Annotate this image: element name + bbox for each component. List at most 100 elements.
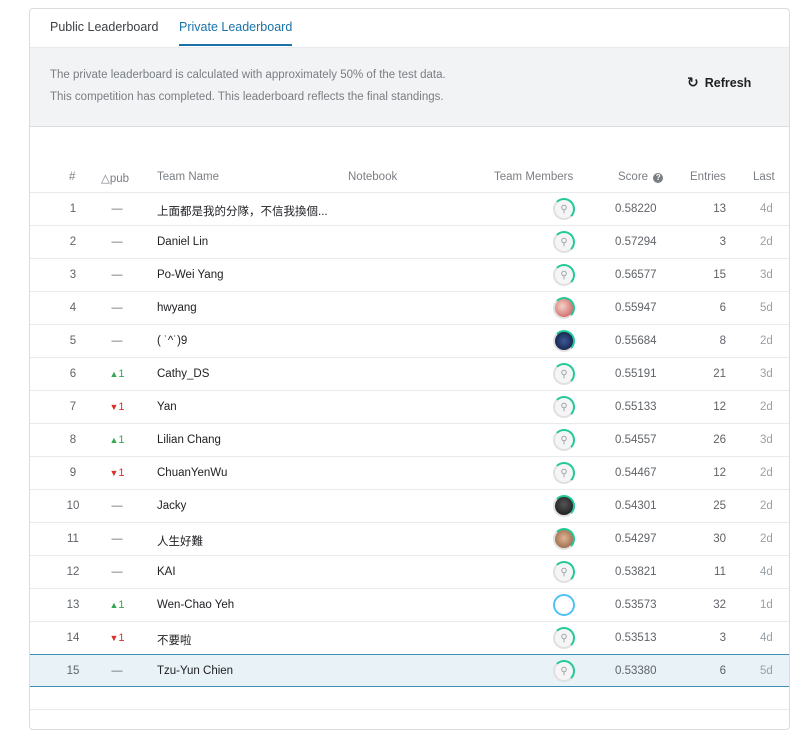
refresh-button[interactable]: ↻ Refresh <box>687 74 751 91</box>
team-name[interactable]: 上面都是我的分隊，不信我換個... <box>157 203 328 219</box>
team-name[interactable]: Jacky <box>157 500 186 512</box>
column-header-notebook: Notebook <box>348 171 398 183</box>
delta-cell: ▲1 <box>105 434 129 446</box>
last-submission-cell: 2d <box>760 335 773 347</box>
team-name[interactable]: 不要啦 <box>157 632 192 648</box>
table-row[interactable]: 12 — KAI ⚲ 0.53821 11 4d <box>30 555 789 588</box>
team-name[interactable]: Yan <box>157 401 177 413</box>
default-avatar-icon: ⚲ <box>560 467 568 479</box>
table-row-partial <box>30 709 789 724</box>
entries-cell: 3 <box>719 632 726 644</box>
team-name[interactable]: ChuanYenWu <box>157 467 227 479</box>
team-name[interactable]: Tzu-Yun Chien <box>157 665 233 677</box>
last-submission-cell: 1d <box>760 599 773 611</box>
default-avatar-icon: ⚲ <box>560 401 568 413</box>
table-row[interactable]: 9 ▼1 ChuanYenWu ⚲ 0.54467 12 2d <box>30 456 789 489</box>
column-header-members: Team Members <box>494 171 574 183</box>
table-row[interactable]: 2 — Daniel Lin ⚲ 0.57294 3 2d <box>30 225 789 258</box>
entries-cell: 11 <box>714 566 726 578</box>
team-name[interactable]: Daniel Lin <box>157 236 208 248</box>
table-row[interactable]: 5 — ( ˙^˙)9 0.55684 8 2d <box>30 324 789 357</box>
team-name[interactable]: ( ˙^˙)9 <box>157 335 187 347</box>
column-header-delta[interactable]: △pub <box>101 171 129 185</box>
last-submission-cell: 2d <box>760 533 773 545</box>
avatar[interactable]: ⚲ <box>553 363 575 385</box>
delta-value: 1 <box>118 632 125 644</box>
tab-private-leaderboard[interactable]: Private Leaderboard <box>179 20 293 46</box>
entries-cell: 13 <box>713 203 726 215</box>
table-row[interactable]: 14 ▼1 不要啦 ⚲ 0.53513 3 4d <box>30 621 789 654</box>
table-row[interactable]: 6 ▲1 Cathy_DS ⚲ 0.55191 21 3d <box>30 357 789 390</box>
delta-cell: — <box>111 566 123 578</box>
avatar[interactable]: ⚲ <box>553 627 575 649</box>
table-row[interactable]: 13 ▲1 Wen-Chao Yeh 0.53573 32 1d <box>30 588 789 621</box>
entries-cell: 6 <box>719 665 726 677</box>
default-avatar-icon: ⚲ <box>560 368 568 380</box>
last-submission-cell: 2d <box>760 467 773 479</box>
entries-cell: 15 <box>713 269 726 281</box>
avatar[interactable] <box>553 495 575 517</box>
team-name[interactable]: Cathy_DS <box>157 368 209 380</box>
score-cell: 0.54301 <box>615 500 657 512</box>
tab-public-leaderboard[interactable]: Public Leaderboard <box>50 20 158 44</box>
column-header-entries[interactable]: Entries <box>690 171 726 183</box>
avatar[interactable]: ⚲ <box>553 660 575 682</box>
avatar[interactable]: ⚲ <box>553 429 575 451</box>
avatar[interactable] <box>553 594 575 616</box>
delta-cell: ▼1 <box>105 467 129 479</box>
avatar[interactable] <box>553 330 575 352</box>
info-text-line2: This competition has completed. This lea… <box>50 91 444 103</box>
table-row[interactable]: 7 ▼1 Yan ⚲ 0.55133 12 2d <box>30 390 789 423</box>
entries-cell: 6 <box>719 302 726 314</box>
leaderboard-rows: 1— 上面都是我的分隊，不信我換個... ⚲ 0.58220 13 4d 2— Daniel … <box>30 192 789 687</box>
avatar[interactable] <box>553 528 575 550</box>
refresh-icon: ↻ <box>687 74 699 90</box>
rank-cell: 2 <box>69 236 77 248</box>
last-submission-cell: 2d <box>760 401 773 413</box>
column-header-last[interactable]: Last <box>753 171 775 183</box>
table-row[interactable]: 3 — Po-Wei Yang ⚲ 0.56577 15 3d <box>30 258 789 291</box>
delta-cell: — <box>111 335 123 347</box>
table-row[interactable]: 1 — 上面都是我的分隊，不信我換個... ⚲ 0.58220 13 4d <box>30 192 789 225</box>
delta-value: 1 <box>118 401 125 413</box>
delta-cell: — <box>111 269 123 281</box>
table-row[interactable]: 10 — Jacky 0.54301 25 2d <box>30 489 789 522</box>
table-row[interactable]: 4 — hwyang 0.55947 6 5d <box>30 291 789 324</box>
team-name[interactable]: Wen-Chao Yeh <box>157 599 234 611</box>
team-name[interactable]: Lilian Chang <box>157 434 221 446</box>
score-cell: 0.53821 <box>615 566 657 578</box>
score-cell: 0.55191 <box>615 368 657 380</box>
table-row[interactable]: 11 — 人生好難 0.54297 30 2d <box>30 522 789 555</box>
team-name[interactable]: KAI <box>157 566 176 578</box>
avatar[interactable]: ⚲ <box>553 462 575 484</box>
info-text-line1: The private leaderboard is calculated wi… <box>50 69 446 81</box>
score-cell: 0.55684 <box>615 335 657 347</box>
table-row[interactable]: 8 ▲1 Lilian Chang ⚲ 0.54557 26 3d <box>30 423 789 456</box>
delta-cell: — <box>111 500 123 512</box>
delta-cell: — <box>111 302 123 314</box>
delta-value: 1 <box>118 368 125 380</box>
entries-cell: 30 <box>713 533 726 545</box>
score-cell: 0.54297 <box>615 533 657 545</box>
avatar[interactable]: ⚲ <box>553 198 575 220</box>
score-cell: 0.56577 <box>615 269 657 281</box>
last-submission-cell: 5d <box>760 665 773 677</box>
column-header-score-label: Score <box>618 171 649 183</box>
column-header-rank[interactable]: # <box>69 171 75 183</box>
avatar[interactable]: ⚲ <box>553 561 575 583</box>
table-row[interactable]: 15 — Tzu-Yun Chien ⚲ 0.53380 6 5d <box>30 654 789 687</box>
avatar[interactable]: ⚲ <box>553 231 575 253</box>
avatar[interactable] <box>553 297 575 319</box>
team-name[interactable]: hwyang <box>157 302 197 314</box>
last-submission-cell: 3d <box>760 368 773 380</box>
avatar[interactable]: ⚲ <box>553 396 575 418</box>
rank-cell: 11 <box>67 533 79 545</box>
score-cell: 0.53513 <box>615 632 657 644</box>
column-header-team[interactable]: Team Name <box>157 171 219 183</box>
help-icon[interactable]: ? <box>653 173 664 183</box>
team-name[interactable]: Po-Wei Yang <box>157 269 223 281</box>
column-header-score[interactable]: Score ? <box>618 171 664 183</box>
last-submission-cell: 4d <box>760 203 773 215</box>
avatar[interactable]: ⚲ <box>553 264 575 286</box>
team-name[interactable]: 人生好難 <box>157 533 203 549</box>
